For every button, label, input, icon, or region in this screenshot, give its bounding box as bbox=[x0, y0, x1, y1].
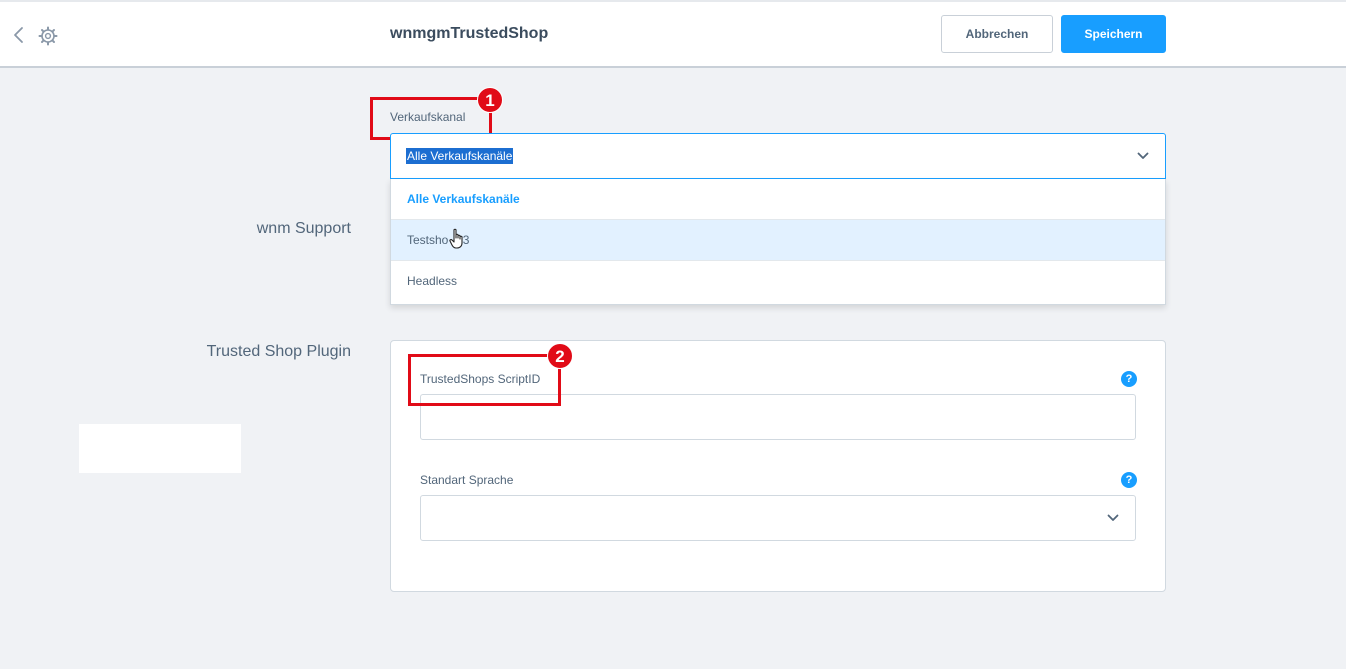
sales-channel-dropdown: Alle Verkaufskanäle Testsho .3 Headless bbox=[390, 179, 1166, 305]
help-icon[interactable]: ? bbox=[1121, 472, 1137, 488]
top-bar: wnmgmTrustedShop Abbrechen Speichern bbox=[0, 0, 1346, 68]
default-language-label: Standart Sprache bbox=[420, 473, 514, 487]
hand-cursor-icon bbox=[449, 228, 463, 249]
option-label: Alle Verkaufskanäle bbox=[407, 192, 520, 206]
back-icon[interactable] bbox=[10, 25, 28, 45]
option-label: Testsho bbox=[407, 233, 449, 247]
default-language-select[interactable] bbox=[420, 495, 1136, 541]
section-title-trusted-shop-plugin: Trusted Shop Plugin bbox=[206, 343, 351, 360]
dropdown-option-testshop[interactable]: Testsho .3 bbox=[391, 220, 1165, 261]
annotation-box-2 bbox=[408, 354, 561, 406]
section-title-support: wnm Support bbox=[256, 220, 351, 237]
option-label: Headless bbox=[407, 274, 458, 288]
annotation-badge-1: 1 bbox=[477, 87, 503, 113]
dropdown-option-headless[interactable]: Headless bbox=[391, 261, 1165, 302]
gear-icon[interactable] bbox=[38, 26, 58, 46]
sales-channel-select[interactable]: Alle Verkaufskanäle bbox=[390, 133, 1166, 179]
cancel-button[interactable]: Abbrechen bbox=[941, 15, 1053, 53]
save-button[interactable]: Speichern bbox=[1061, 15, 1166, 53]
blank-panel bbox=[79, 424, 241, 473]
help-icon[interactable]: ? bbox=[1121, 371, 1137, 387]
annotation-badge-2: 2 bbox=[547, 343, 573, 369]
page-title: wnmgmTrustedShop bbox=[390, 25, 549, 42]
chevron-down-icon bbox=[1107, 514, 1119, 521]
sales-channel-selected-value: Alle Verkaufskanäle bbox=[406, 148, 514, 164]
chevron-down-icon bbox=[1137, 152, 1149, 159]
dropdown-option-all[interactable]: Alle Verkaufskanäle bbox=[391, 179, 1165, 220]
